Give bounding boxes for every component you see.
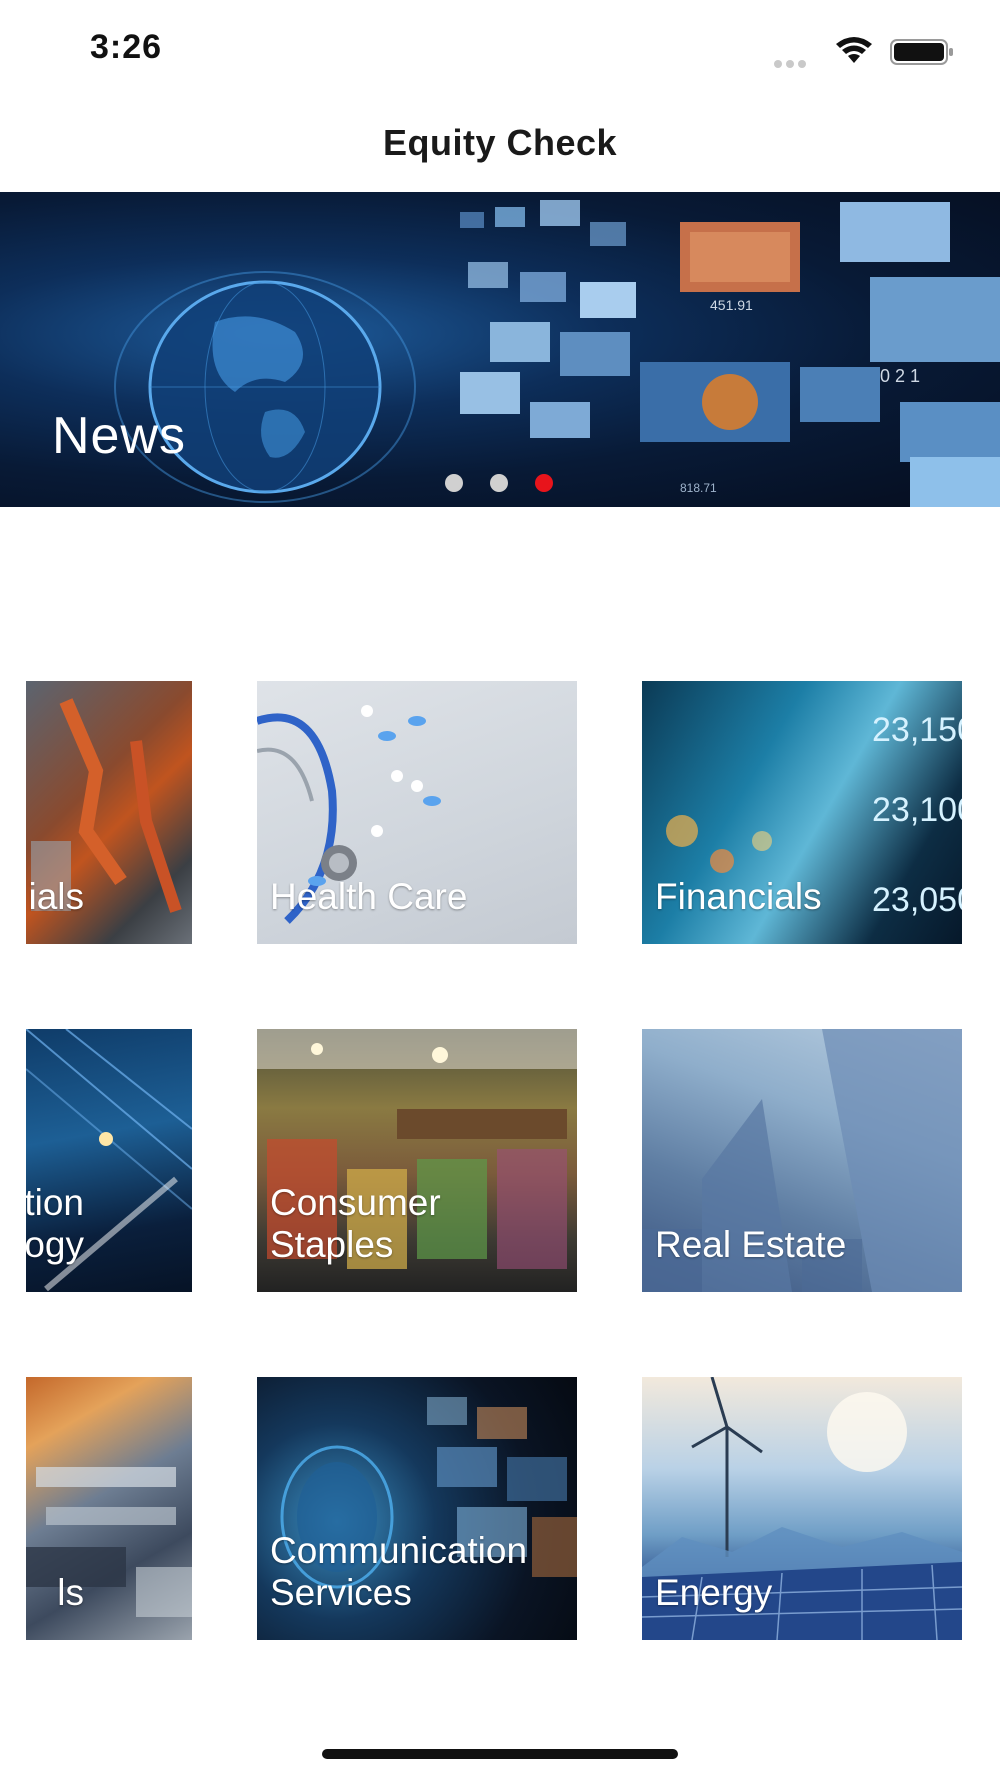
sector-label: ls (57, 1572, 84, 1613)
video-wall-illustration: 451.91 0 2 1 818.71 (460, 200, 1000, 507)
svg-text:23,100: 23,100 (872, 791, 962, 829)
battery-icon (890, 39, 953, 65)
sector-tile-communication-services[interactable]: Communication Services (257, 1377, 577, 1640)
page-dot-3-active[interactable] (535, 474, 553, 492)
svg-text:818.71: 818.71 (680, 481, 717, 495)
sector-tile-information-technology[interactable]: ationlogy (26, 1029, 192, 1292)
wifi-icon (836, 37, 872, 63)
sector-label: ials (28, 876, 84, 917)
sector-tile-energy[interactable]: Energy (642, 1377, 962, 1640)
page-dot-2[interactable] (490, 474, 508, 492)
sector-label: ationlogy (26, 1182, 84, 1265)
globe-illustration (114, 271, 416, 503)
home-indicator[interactable] (322, 1749, 678, 1759)
sector-tile-industrials[interactable]: ials (26, 681, 192, 944)
sector-label: Consumer Staples (270, 1182, 441, 1265)
sector-label: Health Care (270, 876, 468, 917)
sector-label: Financials (655, 876, 822, 917)
carousel-page-indicator[interactable] (445, 472, 565, 494)
sector-tile-health-care[interactable]: Health Care (257, 681, 577, 944)
sector-tile-consumer-staples[interactable]: Consumer Staples (257, 1029, 577, 1292)
warehouse-illustration (26, 1467, 192, 1617)
sector-tile-materials[interactable]: ls (26, 1377, 192, 1640)
svg-text:451.91: 451.91 (710, 297, 753, 313)
sector-tile-real-estate[interactable]: Real Estate (642, 1029, 962, 1292)
sector-label: Energy (655, 1572, 773, 1613)
sector-tile-financials[interactable]: 23,150 23,100 23,050 Financials (642, 681, 962, 944)
carousel-label: News (52, 407, 187, 465)
svg-text:23,150: 23,150 (872, 711, 962, 749)
sector-label: Communication Services (270, 1530, 528, 1613)
page-title: Equity Check (382, 122, 618, 163)
status-time: 3:26 (90, 28, 163, 66)
svg-text:23,050: 23,050 (872, 881, 962, 919)
page-dot-1[interactable] (445, 474, 463, 492)
news-carousel[interactable]: 451.91 0 2 1 818.71 News (0, 192, 1000, 507)
sector-label: Real Estate (655, 1224, 847, 1265)
cellular-signal-icon (774, 55, 820, 68)
svg-text:0 2 1: 0 2 1 (880, 366, 920, 386)
